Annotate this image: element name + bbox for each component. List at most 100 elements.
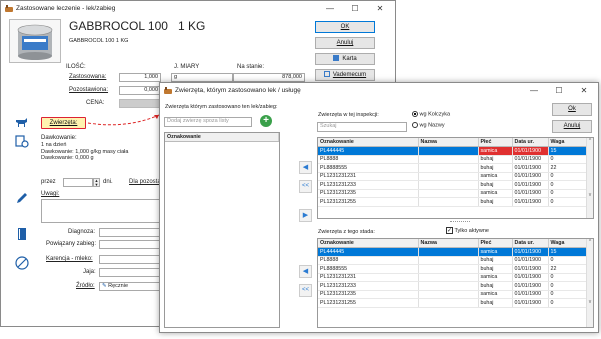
table-row[interactable]: PL444445 samica 01/01/1900 15 xyxy=(318,247,593,257)
add-all-herd-button[interactable]: << xyxy=(299,284,312,297)
applied-quantity-field[interactable]: 1,000 xyxy=(119,73,161,82)
table-row[interactable]: PL1231231233 buhaj 01/01/1900 0 xyxy=(318,281,593,291)
add-button[interactable]: + xyxy=(260,115,272,127)
table-row[interactable]: PL1231231231 samica 01/01/1900 0 xyxy=(318,172,593,181)
table-cell xyxy=(418,281,479,291)
table-row[interactable]: PL1231231255 buhaj 01/01/1900 0 xyxy=(318,197,593,207)
column-header[interactable]: Data ur. xyxy=(512,239,549,248)
withdrawal-milk-field[interactable] xyxy=(99,255,163,264)
table-cell xyxy=(418,155,479,164)
remove-selected-button[interactable]: ▶ xyxy=(299,209,312,222)
only-active-checkbox[interactable]: ✓ Tylko aktywne xyxy=(446,227,489,234)
maximize-button[interactable]: ☐ xyxy=(550,85,568,96)
table-row[interactable]: PL1231231231 samica 01/01/1900 0 xyxy=(318,273,593,282)
column-header[interactable]: Nazwa xyxy=(418,138,479,147)
for-remaining-label: Dla pozosta xyxy=(129,179,161,185)
diagnosis-field[interactable] xyxy=(99,228,163,237)
table-cell xyxy=(418,197,479,207)
table-cell: PL1231231231 xyxy=(318,172,419,181)
ok-button[interactable]: Ok xyxy=(552,103,592,116)
dosage-label: Dawkowanie: xyxy=(41,135,77,141)
column-header[interactable]: Oznakowanie xyxy=(165,133,279,142)
quantity-label: ILOŚĆ: xyxy=(66,64,86,70)
maximize-button[interactable]: ☐ xyxy=(346,3,364,14)
table-cell: 01/01/1900 xyxy=(512,189,549,198)
column-header[interactable]: Oznakowanie xyxy=(318,239,419,248)
table-row[interactable]: PL8888555 buhaj 01/01/1900 22 xyxy=(318,264,593,274)
vademecum-button[interactable]: Vademecum xyxy=(315,69,375,81)
column-header[interactable]: Nazwa xyxy=(418,239,479,248)
remaining-label: Pozostawiona: xyxy=(69,87,109,93)
table-cell: PL8888555 xyxy=(318,163,419,173)
source-select[interactable]: ✎ Ręcznie xyxy=(99,282,163,291)
table-cell: samica xyxy=(478,290,513,299)
column-header[interactable]: Data ur. xyxy=(512,138,549,147)
minimize-button[interactable]: — xyxy=(321,3,339,14)
eggs-field[interactable] xyxy=(99,268,163,277)
close-button[interactable]: ✕ xyxy=(371,3,389,14)
table-cell: PL444445 xyxy=(318,146,419,156)
column-header[interactable]: Oznakowanie xyxy=(318,138,419,147)
table-cell xyxy=(418,180,479,190)
cancel-button[interactable]: Anuluj xyxy=(315,37,375,49)
add-selected-button[interactable]: ◀ xyxy=(299,161,312,174)
table-cell: PL1231231233 xyxy=(318,281,419,291)
duration-field[interactable] xyxy=(63,178,93,187)
table-row[interactable]: PL1231231235 samica 01/01/1900 0 xyxy=(318,189,593,198)
table-row[interactable]: PL1231231255 buhaj 01/01/1900 0 xyxy=(318,298,593,308)
animals-button[interactable]: Zwierzęta: xyxy=(41,117,86,129)
grid-header-row: Oznakowanie Nazwa Płeć Data ur. Waga xyxy=(318,138,593,147)
table-cell: buhaj xyxy=(478,298,513,308)
add-all-button[interactable]: << xyxy=(299,180,312,193)
card-button[interactable]: Karta xyxy=(315,53,375,65)
notes-label: Uwagi: xyxy=(41,191,60,197)
related-procedure-label: Powiązany zabieg: xyxy=(46,241,97,247)
splitter[interactable] xyxy=(450,221,470,223)
herd-animals-grid[interactable]: Oznakowanie Nazwa Płeć Data ur. Waga PL4… xyxy=(317,238,594,328)
treated-animals-grid[interactable]: Oznakowanie xyxy=(164,132,280,328)
table-row[interactable]: PL8888 buhaj 01/01/1900 0 xyxy=(318,256,593,265)
remaining-quantity-field[interactable]: 0,000 xyxy=(119,86,161,95)
table-cell: 01/01/1900 xyxy=(512,163,549,173)
close-button[interactable]: ✕ xyxy=(575,85,593,96)
table-row[interactable]: PL1231231235 samica 01/01/1900 0 xyxy=(318,290,593,299)
sort-by-name-radio[interactable]: wg Nazwy xyxy=(412,122,445,128)
dosage-line: Dawkowanie: 0,000 g xyxy=(41,155,94,161)
table-cell: samica xyxy=(478,172,513,181)
eggs-label: Jaja: xyxy=(83,269,96,275)
pen-icon xyxy=(15,191,29,205)
dosage-text-area[interactable]: 1 na dzień Dawkowanie: 1,000 g/kg masy c… xyxy=(41,142,161,168)
dosage-icon xyxy=(15,134,29,148)
sort-by-tag-radio[interactable]: wg Kolczyka xyxy=(412,111,450,117)
related-procedure-field[interactable] xyxy=(99,240,163,249)
notes-field[interactable] xyxy=(41,199,163,223)
minimize-button[interactable]: — xyxy=(525,85,543,96)
table-row[interactable]: PL1231231233 buhaj 01/01/1900 0 xyxy=(318,180,593,190)
inspection-animals-grid[interactable]: Oznakowanie Nazwa Płeć Data ur. Waga PL4… xyxy=(317,137,594,219)
table-cell xyxy=(418,172,479,181)
ok-button[interactable]: OK xyxy=(315,21,375,33)
price-field[interactable] xyxy=(119,99,161,108)
animals-window-title: Zwierzęta, którym zastosowano lek / usłu… xyxy=(175,87,301,94)
table-row[interactable]: PL444445 samica 01/01/1900 15 xyxy=(318,146,593,156)
add-selected-herd-button[interactable]: ◀ xyxy=(299,265,312,278)
column-header[interactable]: Płeć xyxy=(478,138,513,147)
table-cell: samica xyxy=(478,146,513,156)
column-header[interactable]: Płeć xyxy=(478,239,513,248)
table-cell: PL1231231235 xyxy=(318,189,419,198)
scrollbar[interactable]: ^ v xyxy=(586,138,593,218)
table-row[interactable]: PL8888 buhaj 01/01/1900 0 xyxy=(318,155,593,164)
scrollbar[interactable]: ^ v xyxy=(586,239,593,327)
table-cell: 01/01/1900 xyxy=(512,264,549,274)
duration-stepper[interactable]: ▲ ▼ xyxy=(93,178,100,187)
table-cell xyxy=(418,273,479,282)
edit-icon: ✎ xyxy=(102,283,107,289)
cancel-button[interactable]: Anuluj xyxy=(552,120,592,133)
table-cell: PL8888555 xyxy=(318,264,419,274)
table-row[interactable]: PL8888555 buhaj 01/01/1900 22 xyxy=(318,163,593,173)
table-cell xyxy=(418,247,479,257)
add-animal-field[interactable]: Dodaj zwierzę spoza listy xyxy=(164,117,252,127)
search-field[interactable]: Szukaj xyxy=(317,122,407,132)
unit-field[interactable]: g xyxy=(171,73,233,82)
table-cell: samica xyxy=(478,189,513,198)
